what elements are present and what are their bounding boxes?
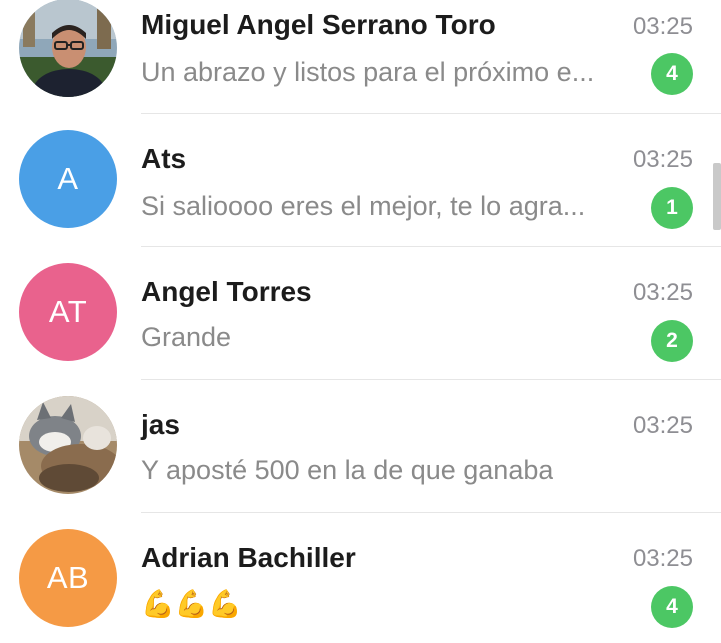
chat-time: 03:25 [632,146,693,173]
chat-preview: Si salioooo eres el mejor, te lo agra... [141,191,586,221]
avatar: AT [19,263,117,361]
chat-name: Angel Torres [141,276,312,307]
chat-name: Ats [141,143,187,174]
chat-preview: Grande [141,322,232,352]
chat-row-adrian-bachiller[interactable]: AB Adrian Bachiller 03:25 💪💪💪 4 [0,512,721,643]
avatar: A [19,130,117,228]
scrollbar-thumb[interactable] [713,163,721,230]
avatar [19,396,117,494]
avatar-initials: A [57,161,79,196]
man-with-glasses-photo [19,0,117,97]
chat-row-ats[interactable]: A Ats 03:25 Si salioooo eres el mejor, t… [0,113,721,247]
chat-row-miguel-angel-serrano-toro[interactable]: Miguel Angel Serrano Toro 03:25 Un abraz… [0,0,721,122]
avatar-initials: AT [48,294,88,329]
chat-list: Miguel Angel Serrano Toro 03:25 Un abraz… [0,0,721,643]
chat-name: Adrian Bachiller [141,542,356,573]
chat-time: 03:25 [632,279,693,306]
chat-name: jas [141,409,180,440]
chat-row-angel-torres[interactable]: AT Angel Torres 03:25 Grande 2 [0,246,721,380]
cat-photo [19,396,117,494]
unread-badge: 4 [651,53,693,95]
chat-row-jas[interactable]: jas 03:25 Y aposté 500 en la de que gana… [0,379,721,513]
avatar [19,0,117,97]
unread-badge: 2 [651,320,693,362]
avatar-initials: AB [46,560,90,595]
chat-time: 03:25 [632,412,693,439]
chat-time: 03:25 [632,13,693,40]
chat-preview: 💪💪💪 [141,589,242,619]
unread-badge: 1 [651,187,693,229]
chat-preview: Un abrazo y listos para el próximo e... [141,57,595,87]
chat-name: Miguel Angel Serrano Toro [141,9,496,40]
chat-time: 03:25 [632,545,693,572]
avatar: AB [19,529,117,627]
chat-preview: Y aposté 500 en la de que ganaba [141,455,554,485]
unread-badge: 4 [651,586,693,628]
